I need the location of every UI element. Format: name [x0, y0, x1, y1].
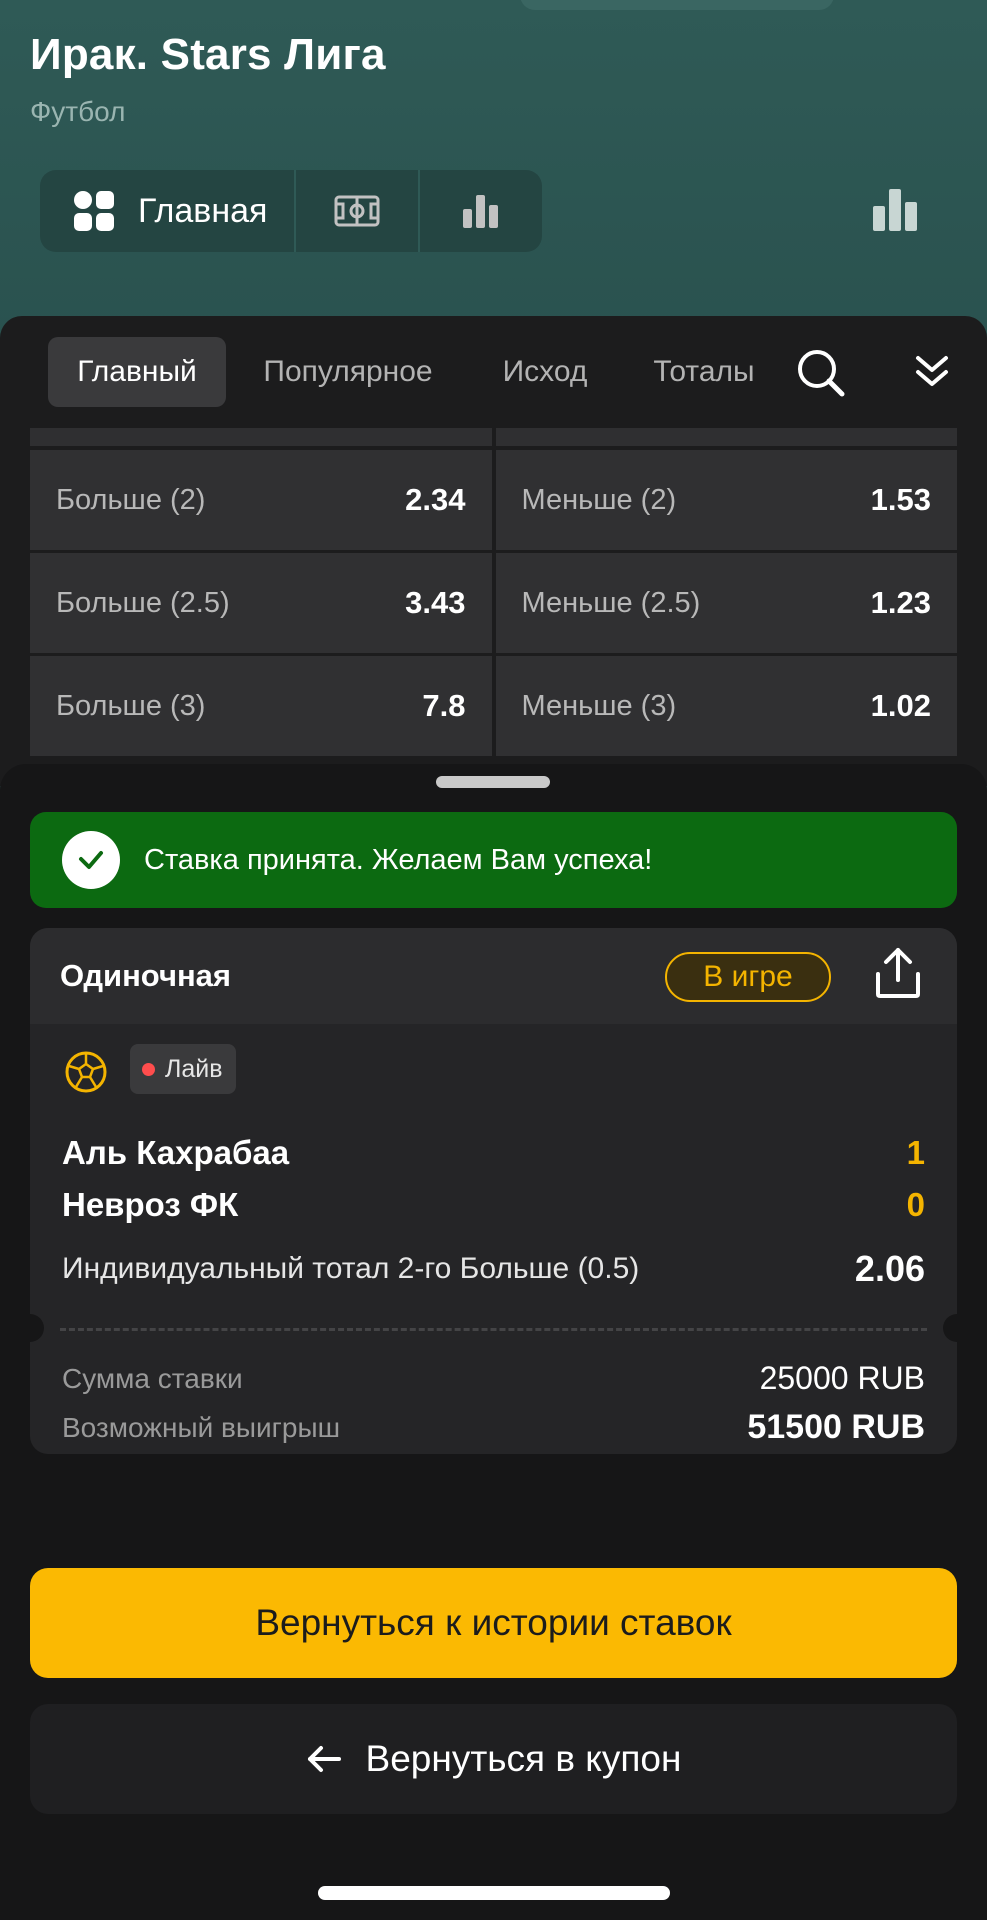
ticket-notch: [30, 1314, 44, 1342]
odds-name: Меньше (2.5): [521, 586, 701, 619]
bet-type: Одиночная: [60, 958, 232, 993]
odds-cell[interactable]: Больше (3) 7.8: [30, 656, 492, 756]
segment-stats[interactable]: [420, 170, 542, 252]
odds-value: 1.53: [870, 482, 931, 517]
back-to-coupon-label: Вернуться в купон: [365, 1738, 682, 1779]
win-label: Возможный выигрыш: [62, 1411, 341, 1443]
stats-icon: [463, 195, 498, 228]
odds-name: Меньше (2): [521, 483, 677, 516]
back-to-coupon-button[interactable]: Вернуться в купон: [30, 1704, 957, 1814]
soccer-ball-icon: [65, 1051, 107, 1093]
odds-grid: Больше (2) 2.34 Меньше (2) 1.53 Больше (…: [30, 450, 957, 759]
team-name: Невроз ФК: [62, 1186, 239, 1223]
odds-cell[interactable]: Меньше (2) 1.53: [495, 450, 957, 550]
header-handle: [520, 0, 834, 10]
stake-value: 25000 RUB: [759, 1360, 925, 1396]
bet-odd: 2.06: [854, 1248, 925, 1289]
bet-market-row: Индивидуальный тотал 2-го Больше (0.5) 2…: [62, 1248, 925, 1290]
search-icon[interactable]: [796, 348, 846, 398]
arrow-left-icon: [307, 1746, 341, 1772]
segment-main-label: Главная: [138, 191, 268, 230]
odds-value: 7.8: [422, 688, 466, 723]
bet-card: Одиночная В игре Лайв Аль Кахрабаа 1 Нев…: [30, 928, 957, 1454]
app-screen: Ирак. Stars Лига Футбол Главная Главный …: [0, 0, 987, 1920]
team-score: 1: [906, 1134, 925, 1171]
bet-card-header: Одиночная В игре: [30, 928, 957, 1024]
team-row: Аль Кахрабаа 1: [62, 1134, 925, 1172]
stake-row: Сумма ставки 25000 RUB: [62, 1360, 925, 1397]
odds-cell[interactable]: Меньше (2.5) 1.23: [495, 553, 957, 653]
team-score: 0: [906, 1186, 925, 1223]
odds-row-partial: [30, 428, 957, 446]
odds-name: Больше (2.5): [56, 586, 230, 619]
view-switcher: Главная: [40, 170, 542, 252]
back-to-history-button[interactable]: Вернуться к истории ставок: [30, 1568, 957, 1678]
win-value: 51500 RUB: [747, 1408, 925, 1446]
win-row: Возможный выигрыш 51500 RUB: [62, 1408, 925, 1447]
odds-name: Больше (3): [56, 689, 206, 722]
stats-icon[interactable]: [872, 188, 918, 232]
check-icon: [62, 831, 120, 889]
sport-subtitle: Футбол: [30, 96, 126, 127]
odds-cell[interactable]: Меньше (3) 1.02: [495, 656, 957, 756]
segment-main[interactable]: Главная: [40, 170, 296, 252]
field-icon: [334, 195, 380, 227]
live-label: Лайв: [165, 1054, 223, 1083]
share-icon[interactable]: [872, 946, 924, 1000]
tab-totals[interactable]: Тоталы: [646, 337, 762, 407]
odds-row: Больше (2.5) 3.43 Меньше (2.5) 1.23: [30, 553, 957, 653]
odds-name: Больше (2): [56, 483, 206, 516]
tab-popular[interactable]: Популярное: [258, 337, 438, 407]
event-header: Ирак. Stars Лига Футбол Главная: [0, 0, 987, 340]
odds-row: Больше (2) 2.34 Меньше (2) 1.53: [30, 450, 957, 550]
live-dot: [142, 1062, 155, 1076]
tab-outcome[interactable]: Исход: [490, 337, 600, 407]
sheet-grabber[interactable]: [436, 776, 550, 788]
league-title: Ирак. Stars Лига: [30, 30, 386, 79]
success-toast: Ставка принята. Желаем Вам успеха!: [30, 812, 957, 908]
odds-value: 2.34: [405, 482, 466, 517]
bet-confirmation-sheet: Ставка принята. Желаем Вам успеха! Одино…: [0, 764, 987, 1920]
segment-field[interactable]: [296, 170, 420, 252]
odds-cell[interactable]: Больше (2.5) 3.43: [30, 553, 492, 653]
grid-icon: [74, 191, 114, 231]
odds-cell[interactable]: Больше (2) 2.34: [30, 450, 492, 550]
odds-value: 1.02: [870, 688, 931, 723]
status-badge: В игре: [665, 952, 831, 1002]
odds-value: 3.43: [405, 585, 466, 620]
odds-value: 1.23: [870, 585, 931, 620]
odds-row: Больше (3) 7.8 Меньше (3) 1.02: [30, 656, 957, 756]
home-indicator[interactable]: [318, 1886, 670, 1900]
bet-market: Индивидуальный тотал 2-го Больше (0.5): [62, 1252, 640, 1285]
live-badge: Лайв: [130, 1044, 236, 1094]
ticket-notch: [943, 1314, 957, 1342]
stake-label: Сумма ставки: [62, 1362, 243, 1394]
team-row: Невроз ФК 0: [62, 1186, 925, 1224]
odds-name: Меньше (3): [521, 689, 677, 722]
collapse-icon[interactable]: [912, 352, 952, 392]
dashed-divider: [60, 1328, 927, 1331]
tab-main[interactable]: Главный: [48, 337, 226, 407]
team-name: Аль Кахрабаа: [62, 1134, 290, 1171]
toast-message: Ставка принята. Желаем Вам успеха!: [144, 843, 653, 876]
